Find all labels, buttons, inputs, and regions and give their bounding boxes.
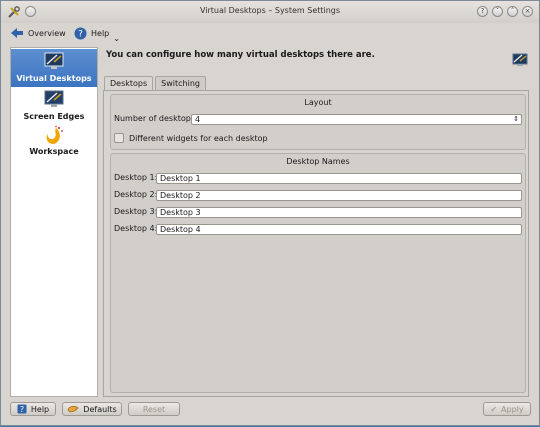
layout-group: Layout Number of desktops: 4 ⇕ Different… — [110, 94, 526, 150]
different-widgets-label: Different widgets for each desktop — [129, 133, 268, 143]
back-arrow-icon — [11, 28, 23, 38]
button-bar: ? Help Defaults Reset ✔ Apply — [1, 399, 539, 427]
defaults-button-label: Defaults — [83, 404, 117, 414]
desktop-name-value: Desktop 4 — [160, 225, 201, 234]
title-bar: Virtual Desktops – System Settings ? ˅ ˄… — [1, 1, 539, 24]
desktop-name-input[interactable]: Desktop 1 — [156, 173, 522, 184]
main-content: You can configure how many virtual deskt… — [103, 47, 533, 397]
desktop-names-group: Desktop Names Desktop 1: Desktop 1 Deskt… — [110, 153, 526, 393]
sidebar-item-label: Virtual Desktops — [16, 74, 92, 83]
apply-check-icon: ✔ — [490, 404, 498, 414]
desktop-name-label: Desktop 4: — [114, 224, 158, 233]
sidebar-item-workspace[interactable]: Workspace — [11, 123, 97, 161]
settings-window: Virtual Desktops – System Settings ? ˅ ˄… — [0, 0, 540, 426]
help-menu-button[interactable]: ? Help ⌄ — [74, 25, 120, 43]
tab-switching[interactable]: Switching — [155, 76, 206, 91]
desktop-names-title: Desktop Names — [286, 157, 350, 166]
different-widgets-row: Different widgets for each desktop — [114, 133, 268, 143]
desktop-name-input[interactable]: Desktop 3 — [156, 207, 522, 218]
desktop-name-row: Desktop 1: — [114, 173, 157, 182]
desktop-name-value: Desktop 1 — [160, 174, 201, 183]
num-desktops-spinbox[interactable]: 4 ⇕ — [191, 114, 522, 125]
reset-button[interactable]: Reset — [128, 402, 180, 416]
maximize-button[interactable]: ˄ — [507, 6, 518, 17]
num-desktops-label: Number of desktops: — [114, 114, 198, 123]
screen-edges-icon — [44, 90, 64, 107]
help-button-label: Help — [30, 404, 50, 414]
module-icon — [512, 53, 528, 66]
desktop-name-value: Desktop 3 — [160, 208, 201, 217]
help-label: Help — [91, 28, 110, 38]
overview-label: Overview — [28, 28, 66, 38]
help-icon: ? — [17, 404, 27, 414]
desktop-name-label: Desktop 2: — [114, 190, 158, 199]
help-title-button[interactable]: ? — [477, 6, 488, 17]
num-desktops-value: 4 — [195, 115, 201, 124]
minimize-button[interactable]: ˅ — [492, 6, 503, 17]
toolbar: Overview ? Help ⌄ — [1, 23, 539, 43]
spin-arrows-icon[interactable]: ⇕ — [513, 115, 519, 124]
tab-bar: Desktops Switching — [104, 76, 208, 92]
apply-button[interactable]: ✔ Apply — [483, 402, 531, 416]
desktop-name-row: Desktop 4: — [114, 224, 157, 233]
chevron-down-icon: ⌄ — [113, 33, 120, 43]
desktop-name-input[interactable]: Desktop 2 — [156, 190, 522, 201]
close-button[interactable]: × — [522, 6, 533, 17]
help-button[interactable]: ? Help — [10, 402, 56, 416]
desktop-name-value: Desktop 2 — [160, 191, 201, 200]
layout-group-title: Layout — [304, 98, 332, 107]
sidebar-item-label: Workspace — [29, 147, 79, 156]
svg-text:?: ? — [20, 405, 24, 414]
window-title: Virtual Desktops – System Settings — [199, 6, 341, 15]
defaults-icon — [67, 405, 79, 413]
desktop-name-label: Desktop 3: — [114, 207, 158, 216]
desktop-name-row: Desktop 2: — [114, 190, 157, 199]
desktop-name-label: Desktop 1: — [114, 173, 158, 182]
overview-button[interactable]: Overview — [10, 25, 66, 41]
tab-panel: Layout Number of desktops: 4 ⇕ Different… — [103, 90, 529, 397]
virtual-desktops-icon — [44, 52, 64, 69]
svg-text:?: ? — [78, 29, 83, 39]
page-description: You can configure how many virtual deskt… — [106, 50, 375, 60]
reset-button-label: Reset — [142, 404, 166, 414]
sidebar-item-virtual-desktops[interactable]: Virtual Desktops — [11, 49, 97, 87]
sidebar-item-label: Screen Edges — [23, 112, 85, 121]
different-widgets-checkbox[interactable] — [114, 133, 124, 143]
sidebar: Virtual Desktops Screen Edges Workspace — [10, 47, 98, 397]
apply-button-label: Apply — [501, 404, 524, 414]
desktop-name-input[interactable]: Desktop 4 — [156, 224, 522, 235]
workspace-icon — [46, 125, 63, 144]
desktop-name-row: Desktop 3: — [114, 207, 157, 216]
help-icon: ? — [74, 27, 87, 39]
sidebar-item-screen-edges[interactable]: Screen Edges — [11, 88, 97, 126]
num-desktops-row: Number of desktops: — [114, 114, 198, 123]
defaults-button[interactable]: Defaults — [62, 402, 122, 416]
